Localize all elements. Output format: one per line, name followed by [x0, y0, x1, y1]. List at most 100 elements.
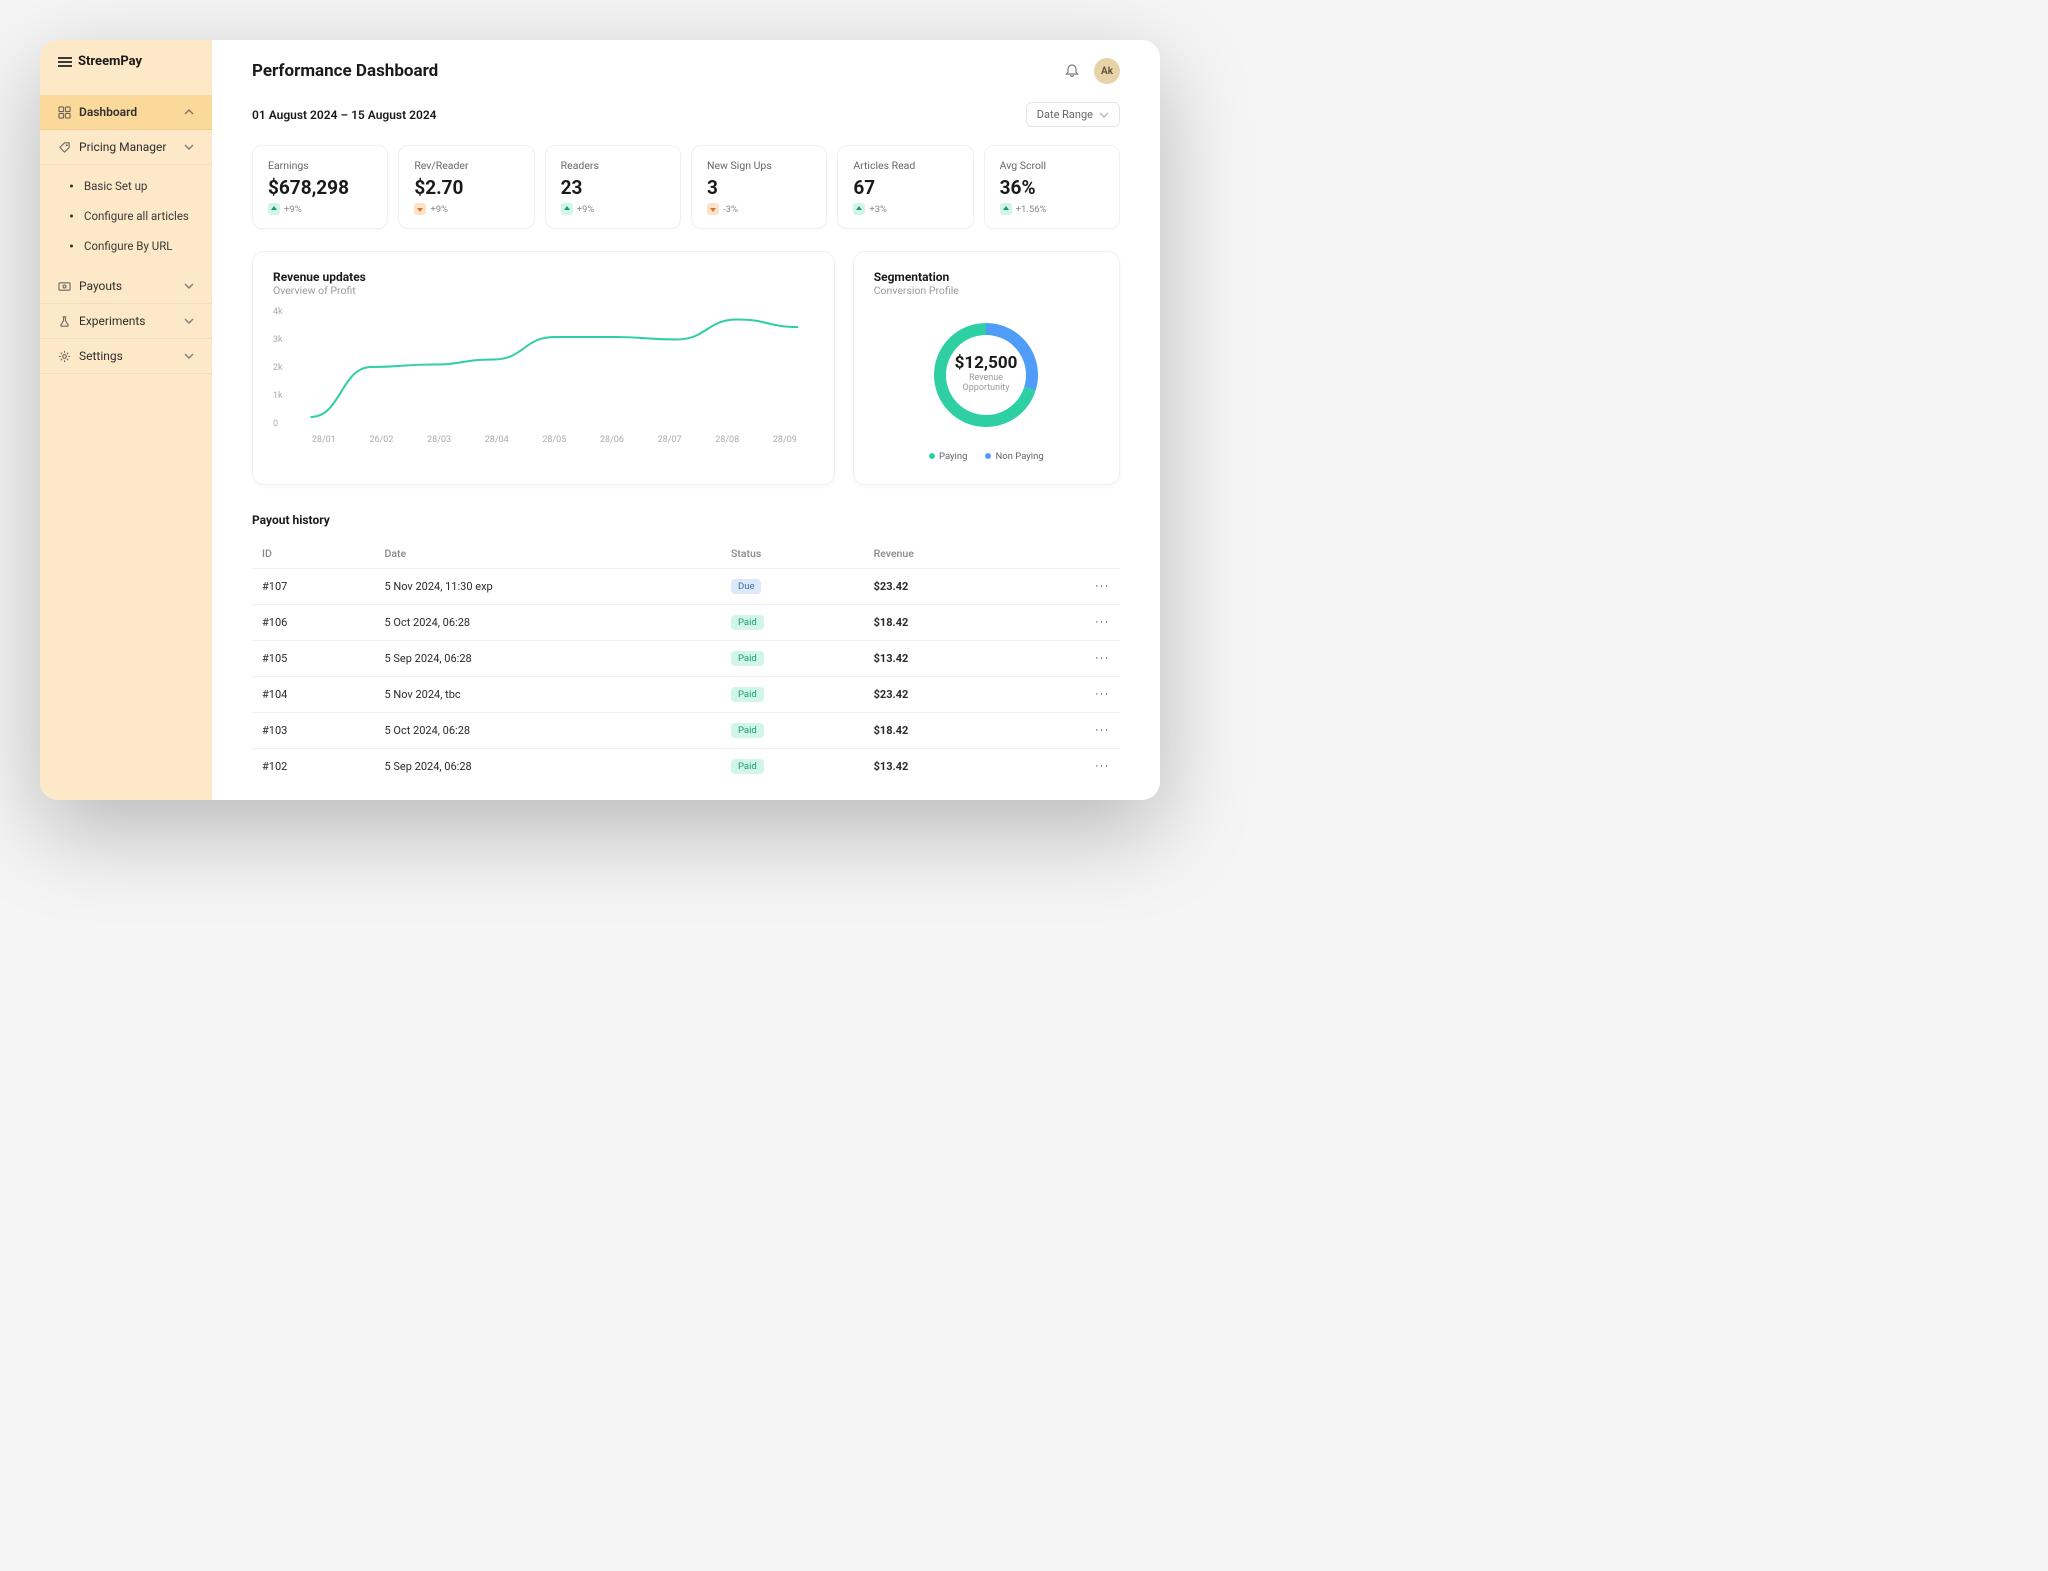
- payout-history-title: Payout history: [252, 513, 1120, 527]
- cell-revenue: $18.42: [864, 713, 1027, 749]
- segmentation-title: Segmentation: [874, 270, 1099, 284]
- col-status: Status: [721, 539, 864, 569]
- x-axis-ticks: 28/0126/0228/0328/0428/0528/0628/0728/08…: [295, 435, 814, 445]
- cell-id: #102: [252, 749, 374, 785]
- status-badge: Paid: [731, 651, 764, 666]
- sidebar-item-experiments[interactable]: Experiments: [40, 304, 212, 339]
- sidebar-item-dashboard[interactable]: Dashboard: [40, 95, 212, 130]
- row-actions-icon[interactable]: ···: [1026, 641, 1120, 677]
- sidebar-item-label: Experiments: [79, 314, 146, 328]
- kpi-card: New Sign Ups 3 -3%: [691, 145, 827, 229]
- cell-id: #106: [252, 605, 374, 641]
- kpi-value: 3: [707, 176, 811, 199]
- kpi-label: New Sign Ups: [707, 159, 811, 172]
- chevron-down-icon: [184, 351, 194, 361]
- kpi-delta: +9%: [268, 203, 372, 215]
- table-row: #1045 Nov 2024, tbcPaid$23.42···: [252, 677, 1120, 713]
- date-range-button-label: Date Range: [1037, 108, 1093, 121]
- donut-svg: $12,500 Revenue Opportunity: [926, 315, 1046, 435]
- kpi-card: Earnings$678,298+9%: [252, 145, 388, 229]
- kpi-card: Articles Read 67 +3%: [837, 145, 973, 229]
- kpi-card: Readers23+9%: [545, 145, 681, 229]
- trend-up-icon: [1000, 203, 1012, 215]
- cell-revenue: $13.42: [864, 641, 1027, 677]
- segmentation-panel: Segmentation Conversion Profile $12,500 …: [853, 251, 1120, 485]
- main: Performance Dashboard Ak 01 August 2024 …: [212, 40, 1160, 800]
- kpi-label: Articles Read: [853, 159, 957, 172]
- legend-nonpaying: Non Paying: [985, 451, 1043, 462]
- cell-status: Paid: [721, 605, 864, 641]
- payout-table: ID Date Status Revenue #1075 Nov 2024, 1…: [252, 539, 1120, 784]
- kpi-value: $2.70: [414, 176, 518, 199]
- kpi-value: $678,298: [268, 176, 372, 199]
- donut-legend: Paying Non Paying: [929, 451, 1044, 462]
- panels-row: Revenue updates Overview of Profit 4k3k2…: [252, 251, 1120, 485]
- trend-down-icon: [414, 203, 426, 215]
- brand-label: StreemPay: [78, 54, 142, 69]
- nav: Dashboard Pricing Manager Basic Set up C…: [40, 95, 212, 374]
- sidebar-item-label: Pricing Manager: [79, 140, 166, 154]
- row-actions-icon[interactable]: ···: [1026, 677, 1120, 713]
- kpi-value: 67: [853, 176, 957, 199]
- sidebar-item-label: Settings: [79, 349, 123, 363]
- y-axis-ticks: 4k3k2k1k0: [273, 307, 283, 429]
- settings-icon: [58, 350, 71, 363]
- row-actions-icon[interactable]: ···: [1026, 749, 1120, 785]
- segmentation-subtitle: Conversion Profile: [874, 284, 1099, 297]
- row-actions-icon[interactable]: ···: [1026, 605, 1120, 641]
- trend-up-icon: [561, 203, 573, 215]
- page-title: Performance Dashboard: [252, 61, 438, 81]
- cell-id: #105: [252, 641, 374, 677]
- table-row: #1025 Sep 2024, 06:28Paid$13.42···: [252, 749, 1120, 785]
- revenue-panel-subtitle: Overview of Profit: [273, 284, 814, 297]
- date-range-button[interactable]: Date Range: [1026, 102, 1120, 127]
- app-window: StreemPay Dashboard Pricing Manager Basi…: [40, 40, 1160, 800]
- revenue-panel-title: Revenue updates: [273, 270, 814, 284]
- cell-date: 5 Nov 2024, 11:30 exp: [374, 569, 720, 605]
- topbar-actions: Ak: [1064, 58, 1120, 84]
- revenue-chart: 4k3k2k1k0 28/0126/0228/0328/0428/0528/06…: [295, 307, 814, 447]
- sidebar-item-payouts[interactable]: Payouts: [40, 269, 212, 304]
- cell-revenue: $23.42: [864, 569, 1027, 605]
- col-date: Date: [374, 539, 720, 569]
- sidebar-item-settings[interactable]: Settings: [40, 339, 212, 374]
- kpi-label: Rev/Reader: [414, 159, 518, 172]
- sidebar-sub-configure-url[interactable]: Configure By URL: [40, 231, 212, 261]
- avatar[interactable]: Ak: [1094, 58, 1120, 84]
- cell-revenue: $23.42: [864, 677, 1027, 713]
- revenue-panel: Revenue updates Overview of Profit 4k3k2…: [252, 251, 835, 485]
- status-badge: Paid: [731, 687, 764, 702]
- date-range-label: 01 August 2024 – 15 August 2024: [252, 108, 437, 122]
- row-actions-icon[interactable]: ···: [1026, 713, 1120, 749]
- trend-down-icon: [707, 203, 719, 215]
- pricing-icon: [58, 141, 71, 154]
- sidebar: StreemPay Dashboard Pricing Manager Basi…: [40, 40, 212, 800]
- kpi-delta: -3%: [707, 203, 811, 215]
- kpi-delta: +1.56%: [1000, 203, 1104, 215]
- donut-chart: $12,500 Revenue Opportunity Paying Non P…: [874, 307, 1099, 470]
- kpi-label: Readers: [561, 159, 665, 172]
- cell-status: Due: [721, 569, 864, 605]
- cell-revenue: $13.42: [864, 749, 1027, 785]
- trend-up-icon: [268, 203, 280, 215]
- kpi-value: 36%: [1000, 176, 1104, 199]
- bell-icon[interactable]: [1064, 63, 1080, 79]
- table-row: #1075 Nov 2024, 11:30 expDue$23.42···: [252, 569, 1120, 605]
- status-badge: Paid: [731, 615, 764, 630]
- sidebar-sub-basic-setup[interactable]: Basic Set up: [40, 171, 212, 201]
- kpi-delta: +3%: [853, 203, 957, 215]
- kpi-delta: +9%: [561, 203, 665, 215]
- kpi-card: Rev/Reader$2.70+9%: [398, 145, 534, 229]
- row-actions-icon[interactable]: ···: [1026, 569, 1120, 605]
- dashboard-icon: [58, 106, 71, 119]
- sidebar-sub-configure-all[interactable]: Configure all articles: [40, 201, 212, 231]
- status-badge: Paid: [731, 723, 764, 738]
- cell-date: 5 Oct 2024, 06:28: [374, 713, 720, 749]
- cell-id: #103: [252, 713, 374, 749]
- sidebar-item-pricing-manager[interactable]: Pricing Manager: [40, 130, 212, 165]
- trend-up-icon: [853, 203, 865, 215]
- sidebar-item-label: Payouts: [79, 279, 122, 293]
- brand: StreemPay: [40, 40, 212, 83]
- chevron-up-icon: [184, 107, 194, 117]
- chevron-down-icon: [184, 281, 194, 291]
